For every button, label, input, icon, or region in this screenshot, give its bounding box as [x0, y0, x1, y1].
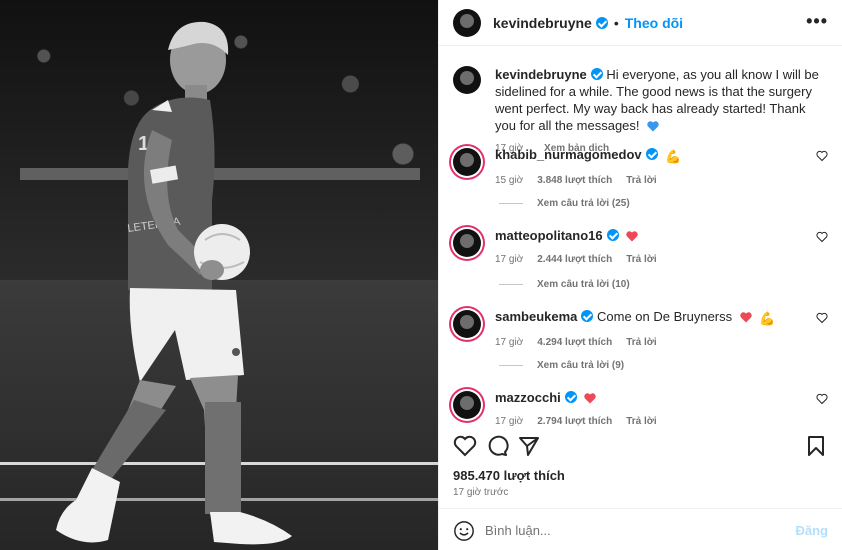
like-count[interactable]: 985.470 lượt thích	[453, 468, 565, 483]
post-header: kevindebruyne • Theo dõi •••	[439, 0, 842, 46]
caption-text: kevindebruyne Hi everyone, as you all kn…	[495, 66, 828, 134]
post-time: 17 giờ trước	[453, 487, 509, 498]
verified-badge-icon	[595, 16, 608, 29]
post-caption: kevindebruyne Hi everyone, as you all kn…	[453, 66, 828, 154]
red-heart-icon	[626, 231, 638, 242]
verified-badge-icon	[606, 229, 619, 241]
commenter-username[interactable]: mazzocchi	[495, 390, 561, 405]
commenter-username[interactable]: khabib_nurmagomedov	[495, 147, 642, 162]
comment: mazzocchi 17 giờ 2.794 lượt thích Trả lời	[453, 389, 828, 430]
flexed-biceps-icon: 💪	[665, 149, 682, 164]
comment: matteopolitano16 17 giờ 2.444 lượt thích T…	[453, 227, 828, 268]
commenter-avatar[interactable]	[453, 148, 481, 176]
comment-bar: Đăng	[439, 508, 842, 550]
comment-time: 17 giờ	[495, 416, 524, 427]
post-photo[interactable]: 11 LETERSIA	[0, 0, 438, 550]
comment-likes[interactable]: 3.848 lượt thích	[537, 175, 612, 186]
more-options-icon[interactable]: •••	[806, 12, 828, 30]
view-replies-button[interactable]: Xem câu trả lời (9)	[499, 360, 624, 371]
commenter-username[interactable]: matteopolitano16	[495, 228, 603, 243]
comment-input[interactable]	[485, 520, 785, 540]
reply-button[interactable]: Trả lời	[626, 337, 656, 348]
emoji-picker-icon[interactable]	[453, 520, 475, 542]
commenter-avatar[interactable]	[453, 229, 481, 257]
post-panel: kevindebruyne • Theo dõi ••• kevindebruy…	[438, 0, 842, 550]
comment-likes[interactable]: 4.294 lượt thích	[537, 337, 612, 348]
like-comment-heart-icon[interactable]	[816, 231, 828, 243]
reply-button[interactable]: Trả lời	[626, 254, 656, 265]
comment: khabib_nurmagomedov 💪 15 giờ 3.848 lượt t…	[453, 146, 828, 189]
commenter-username[interactable]: sambeukema	[495, 309, 577, 324]
view-replies-button[interactable]: Xem câu trả lời (10)	[499, 279, 630, 290]
comment-time: 17 giờ	[495, 254, 524, 265]
caption-username[interactable]: kevindebruyne	[495, 67, 587, 82]
like-comment-heart-icon[interactable]	[816, 150, 828, 162]
reply-button[interactable]: Trả lời	[626, 175, 656, 186]
separator-dot: •	[613, 14, 619, 31]
reply-button[interactable]: Trả lời	[626, 416, 656, 427]
comment-bubble-icon[interactable]	[485, 434, 509, 458]
view-replies-button[interactable]: Xem câu trả lời (25)	[499, 198, 630, 209]
verified-badge-icon	[645, 148, 658, 160]
red-heart-icon	[584, 393, 597, 404]
like-comment-heart-icon[interactable]	[816, 393, 828, 405]
like-comment-heart-icon[interactable]	[816, 312, 828, 324]
flexed-biceps-icon: 💪	[759, 311, 776, 326]
red-heart-icon	[740, 312, 752, 323]
comment-likes[interactable]: 2.444 lượt thích	[537, 254, 612, 265]
verified-badge-icon	[564, 391, 577, 403]
comments-scroll[interactable]: kevindebruyne Hi everyone, as you all kn…	[439, 46, 842, 434]
comment-time: 17 giờ	[495, 337, 524, 348]
verified-badge-icon	[590, 68, 603, 80]
like-heart-icon[interactable]	[453, 434, 477, 458]
share-paper-plane-icon[interactable]	[517, 434, 541, 458]
post-comment-button[interactable]: Đăng	[796, 523, 829, 538]
comment-likes[interactable]: 2.794 lượt thích	[537, 416, 612, 427]
follow-button[interactable]: Theo dõi	[625, 15, 683, 31]
comment-text: Come on De Bruynerss	[597, 309, 733, 324]
verified-badge-icon	[581, 310, 594, 322]
commenter-avatar[interactable]	[453, 391, 481, 419]
author-avatar[interactable]	[453, 66, 481, 94]
save-bookmark-icon[interactable]	[804, 434, 828, 458]
author-username[interactable]: kevindebruyne	[493, 15, 592, 31]
comment: sambeukema Come on De Bruynerss 💪 17 giờ…	[453, 308, 828, 351]
commenter-avatar[interactable]	[453, 310, 481, 338]
author-avatar[interactable]	[453, 8, 481, 37]
blue-heart-icon	[647, 121, 659, 132]
action-bar	[439, 434, 842, 458]
comment-time: 15 giờ	[495, 175, 524, 186]
player-figure: 11 LETERSIA	[56, 21, 292, 545]
